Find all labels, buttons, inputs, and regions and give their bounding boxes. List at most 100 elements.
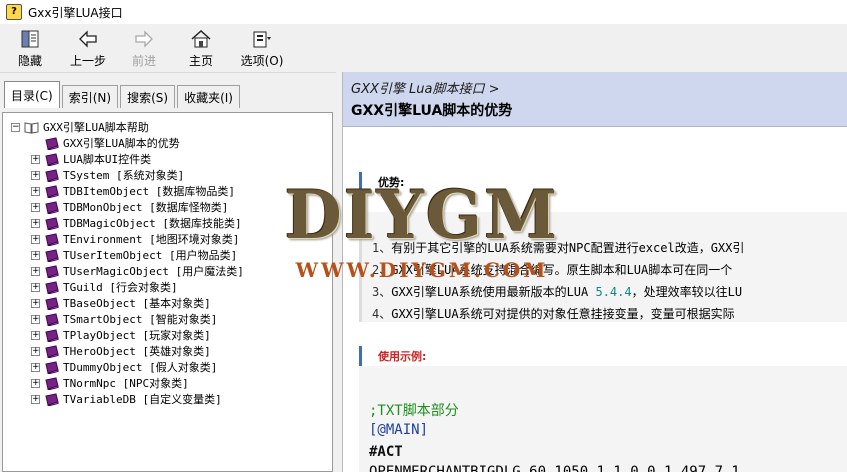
- book-icon: [45, 152, 59, 166]
- code-line: ;TXT脚本部分: [369, 403, 459, 419]
- book-icon: [45, 136, 59, 150]
- breadcrumb[interactable]: GXX引擎 Lua脚本接口 >: [351, 78, 500, 97]
- home-icon: [191, 29, 211, 47]
- book-icon: [45, 264, 59, 278]
- book-icon: [45, 328, 59, 342]
- hide-button[interactable]: 隐藏: [0, 24, 60, 72]
- help-app-icon: ?: [6, 4, 22, 20]
- expand-icon[interactable]: +: [31, 234, 40, 244]
- expand-icon[interactable]: +: [31, 362, 40, 372]
- home-label: 主页: [188, 53, 213, 68]
- section-example-heading: 使用示例:: [359, 346, 426, 366]
- tree-root[interactable]: − GXX引擎LUA脚本帮助: [11, 119, 149, 135]
- tree-root-label: GXX引擎LUA脚本帮助: [43, 121, 149, 134]
- nav-tabs: 目录(C) 索引(N) 搜索(S) 收藏夹(I): [0, 80, 242, 108]
- list-item: 3、GXX引擎LUA系统使用最新版本的LUA 5.4.4，处理效率较以往LU: [372, 285, 743, 299]
- advantages-list: 1、有别于其它引擎的LUA系统需要对NPC配置进行excel改造，GXX引 2、…: [359, 212, 847, 322]
- tab-favorites[interactable]: 收藏夹(I): [177, 85, 240, 108]
- tree-item[interactable]: + TBaseObject [基本对象类]: [31, 295, 211, 311]
- tab-index[interactable]: 索引(N): [61, 85, 119, 108]
- code-line: OPENMERCHANTBIGDLG 60 1050 1 1 0 0 1 497…: [369, 464, 740, 472]
- expand-icon[interactable]: +: [31, 170, 40, 180]
- expand-icon[interactable]: +: [31, 250, 40, 260]
- forward-button[interactable]: 前进: [116, 24, 172, 72]
- expand-icon[interactable]: +: [31, 314, 40, 324]
- expand-icon[interactable]: +: [31, 202, 40, 212]
- forward-label: 前进: [131, 53, 156, 68]
- title-bar: ? Gxx引擎LUA接口: [0, 0, 847, 24]
- tree-item[interactable]: + TEnvironment [地图环境对象类]: [31, 231, 239, 247]
- book-icon: [45, 184, 59, 198]
- tree-item-label: TNormNpc [NPC对象类]: [63, 377, 189, 390]
- tree-item[interactable]: + TDBItemObject [数据库物品类]: [31, 183, 235, 199]
- tree-item[interactable]: + TSystem [系统对象类]: [31, 167, 184, 183]
- tree-item[interactable]: GXX引擎LUA脚本的优势: [31, 135, 180, 151]
- expand-icon[interactable]: +: [31, 330, 40, 340]
- expand-icon[interactable]: +: [31, 218, 40, 228]
- book-icon: [45, 312, 59, 326]
- expand-icon[interactable]: +: [31, 282, 40, 292]
- expand-icon[interactable]: +: [31, 298, 40, 308]
- toolbar: 隐藏 上一步 前进 主页 选项(O): [0, 24, 847, 73]
- window-title: Gxx引擎LUA接口: [28, 5, 123, 20]
- hide-label: 隐藏: [17, 53, 42, 68]
- tree-item[interactable]: + TDummyObject [假人对象类]: [31, 359, 217, 375]
- tree-item-label: TDBItemObject [数据库物品类]: [63, 185, 235, 198]
- tree-item[interactable]: + THeroObject [英雄对象类]: [31, 343, 211, 359]
- book-icon: [45, 248, 59, 262]
- book-icon: [45, 360, 59, 374]
- home-button[interactable]: 主页: [172, 24, 230, 72]
- tree-item[interactable]: + TDBMagicObject [数据库技能类]: [31, 215, 242, 231]
- content-pane: GXX引擎 Lua脚本接口 > GXX引擎LUA脚本的优势 优势: 1、有别于其…: [342, 72, 847, 472]
- expand-icon[interactable]: +: [31, 154, 40, 164]
- back-button[interactable]: 上一步: [60, 24, 116, 72]
- tree-item[interactable]: + TPlayObject [玩家对象类]: [31, 327, 211, 343]
- expand-icon[interactable]: +: [31, 186, 40, 196]
- book-icon: [45, 280, 59, 294]
- list-item: 4、GXX引擎LUA系统可对提供的对象任意挂接变量，变量可根据实际: [372, 307, 735, 321]
- tree-item-label: TPlayObject [玩家对象类]: [63, 329, 211, 342]
- hide-pane-icon: [21, 30, 39, 47]
- expand-icon[interactable]: +: [31, 266, 40, 276]
- tree-item[interactable]: + TUserMagicObject [用户魔法类]: [31, 263, 244, 279]
- tree-item[interactable]: + TDBMonObject [数据库怪物类]: [31, 199, 228, 215]
- contents-tree[interactable]: − GXX引擎LUA脚本帮助 GXX引擎LUA脚本的优势 + LUA脚本UI控件类 +…: [2, 112, 333, 472]
- book-icon: [45, 216, 59, 230]
- expand-icon[interactable]: +: [31, 394, 40, 404]
- collapse-icon[interactable]: −: [11, 122, 20, 132]
- expand-icon[interactable]: +: [31, 346, 40, 356]
- options-button[interactable]: 选项(O): [230, 24, 294, 72]
- tree-item-label: TEnvironment [地图环境对象类]: [63, 233, 240, 246]
- arrow-right-icon: [135, 29, 153, 48]
- arrow-left-icon: [79, 29, 97, 48]
- book-icon: [45, 168, 59, 182]
- list-item: 1、有别于其它引擎的LUA系统需要对NPC配置进行excel改造，GXX引: [372, 241, 745, 255]
- back-label: 上一步: [69, 53, 106, 68]
- tab-contents[interactable]: 目录(C): [4, 81, 60, 108]
- tree-item-label: THeroObject [英雄对象类]: [63, 345, 211, 358]
- tree-item-label: TSystem [系统对象类]: [63, 169, 185, 182]
- tree-item[interactable]: + TVariableDB [自定义变量类]: [31, 391, 222, 407]
- tree-item-label: TDBMonObject [数据库怪物类]: [63, 201, 229, 214]
- tree-item[interactable]: + TGuild [行会对象类]: [31, 279, 178, 295]
- tree-item[interactable]: + TSmartObject [智能对象类]: [31, 311, 217, 327]
- book-icon: [45, 376, 59, 390]
- tree-item[interactable]: + TUserItemObject [用户物品类]: [31, 247, 237, 263]
- options-icon: [253, 31, 271, 47]
- tree-item-label: TUserMagicObject [用户魔法类]: [63, 265, 244, 278]
- page-title: GXX引擎LUA脚本的优势: [351, 103, 513, 119]
- tree-item-label: TDBMagicObject [数据库技能类]: [63, 217, 242, 230]
- tree-item-label: TUserItemObject [用户物品类]: [63, 249, 238, 262]
- list-item: 2、GXX引擎LUA系统支持混合编写。原生脚本和LUA脚本可在同一个: [372, 263, 733, 277]
- book-icon: [45, 200, 59, 214]
- book-icon: [45, 344, 59, 358]
- code-example: ;TXT脚本部分 [@MAIN] #ACT OPENMERCHANTBIGDLG…: [359, 366, 847, 472]
- tree-item-label: GXX引擎LUA脚本的优势: [63, 137, 180, 150]
- tree-item[interactable]: + TNormNpc [NPC对象类]: [31, 375, 189, 391]
- tab-search[interactable]: 搜索(S): [120, 85, 176, 108]
- topic-header: GXX引擎 Lua脚本接口 > GXX引擎LUA脚本的优势: [343, 72, 847, 127]
- expand-icon[interactable]: +: [31, 378, 40, 388]
- code-line: #ACT: [369, 444, 403, 460]
- open-book-icon: [24, 121, 39, 134]
- tree-item[interactable]: + LUA脚本UI控件类: [31, 151, 151, 167]
